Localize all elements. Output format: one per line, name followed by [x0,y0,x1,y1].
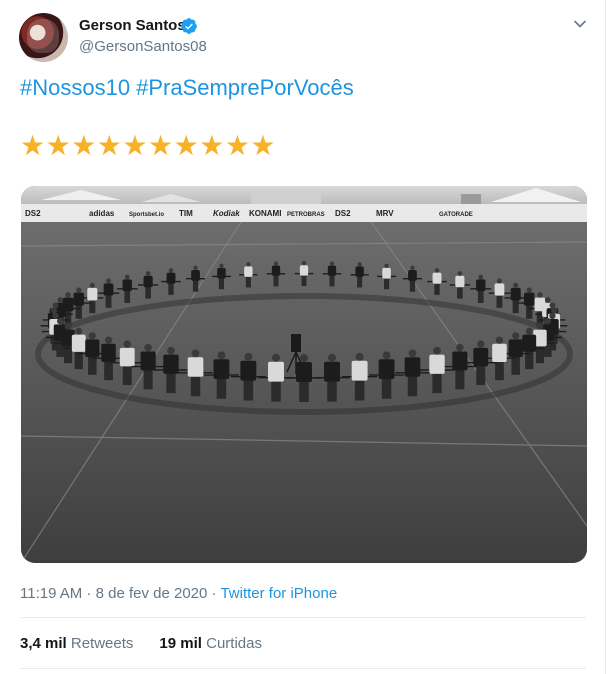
hashtag-link[interactable]: #PraSemprePorVocês [136,75,354,100]
ad-board-text: Kodiak [213,209,240,218]
tweet-card: Gerson Santos @GersonSantos08 #Nossos10 #… [0,0,606,674]
likes-stat[interactable]: 19 mil Curtidas [159,635,262,652]
ad-board-text: KONAMI [249,209,281,218]
ad-board-text: MRV [376,209,394,218]
ad-board-text: adidas [89,209,115,218]
ad-board-text: PETROBRAS [287,212,325,218]
divider [20,668,586,669]
tweet-source-link[interactable]: Twitter for iPhone [220,585,337,602]
tweet-meta: 11:19 AM · 8 de fev de 2020 · Twitter fo… [20,584,337,604]
hashtag-link[interactable]: #Nossos10 [20,75,130,100]
photo-training-circle: DS2 adidas Sportsbet.io TIM Kodiak KONAM… [21,186,587,563]
retweets-count: 3,4 mil [20,635,67,652]
likes-label: Curtidas [206,635,262,652]
ad-board-text: DS2 [25,209,41,218]
ad-board-text: DS2 [335,209,351,218]
retweets-label: Retweets [70,635,134,652]
tweet-text: #Nossos10 #PraSemprePorVocês [20,73,360,103]
ad-board-text: TIM [179,209,193,218]
star-emoji-row: ★★★★★★★★★★ [20,130,277,161]
likes-count: 19 mil [159,635,202,652]
ad-board-text: Sportsbet.io [129,212,164,218]
verified-badge-icon [181,18,197,34]
meta-separator: · [82,585,96,602]
author-name[interactable]: Gerson Santos [79,16,186,36]
retweets-stat[interactable]: 3,4 mil Retweets [20,635,133,652]
divider [20,617,586,618]
meta-separator: · [207,585,221,602]
chevron-down-icon[interactable] [572,16,588,32]
avatar[interactable] [19,13,68,62]
author-handle[interactable]: @GersonSantos08 [79,37,207,57]
ad-board-text: GATORADE [439,212,473,218]
tweet-stats: 3,4 mil Retweets 19 mil Curtidas [20,634,262,654]
tweet-date[interactable]: 8 de fev de 2020 [96,585,208,602]
tweet-photo[interactable]: DS2 adidas Sportsbet.io TIM Kodiak KONAM… [21,186,587,563]
tweet-time[interactable]: 11:19 AM [20,585,82,602]
